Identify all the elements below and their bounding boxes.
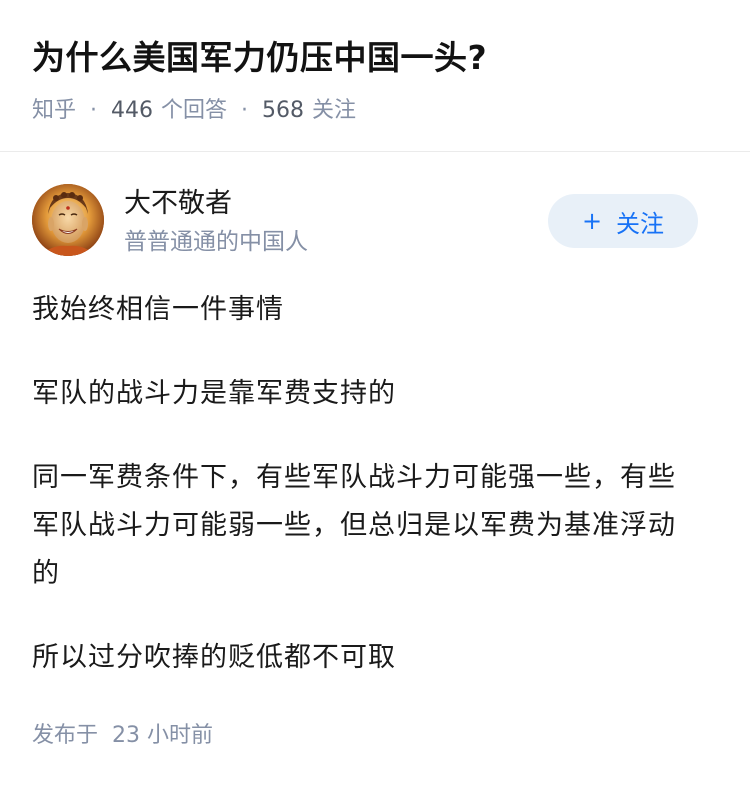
header-divider — [0, 151, 750, 152]
publish-prefix: 发布于 — [32, 723, 99, 748]
author-name[interactable]: 大不敬者 — [124, 186, 232, 222]
question-title[interactable]: 为什么美国军力仍压中国一头? — [32, 30, 718, 86]
follow-label: 关注 — [616, 209, 665, 238]
follow-button[interactable]: + 关注 — [548, 194, 698, 248]
plus-icon: + — [581, 207, 603, 235]
question-meta: 知乎 · 446 个回答 · 568 关注 — [32, 96, 718, 126]
answer-paragraph: 我始终相信一件事情 — [32, 294, 284, 325]
answer-content: 我始终相信一件事情 军队的战斗力是靠军费支持的 同一军费条件下，有些军队战斗力可… — [32, 286, 700, 718]
site-name[interactable]: 知乎 — [32, 96, 76, 126]
author-bio: 普普通通的中国人 — [124, 229, 308, 255]
publish-info: 发布于 23 小时前 — [32, 720, 213, 752]
answer-paragraph: 军队的战斗力是靠军费支持的 — [32, 378, 396, 409]
author-card: 大不敬者 普普通通的中国人 + 关注 — [32, 184, 698, 260]
answer-paragraph: 所以过分吹捧的贬低都不可取 — [32, 642, 396, 673]
meta-separator: · — [90, 98, 98, 123]
avatar-image — [32, 184, 104, 256]
followers-label[interactable]: 关注 — [312, 96, 356, 126]
answers-count: 446 — [111, 98, 154, 123]
question-header: 为什么美国军力仍压中国一头? 知乎 · 446 个回答 · 568 关注 — [32, 30, 718, 126]
meta-separator: · — [241, 98, 249, 123]
followers-count: 568 — [262, 98, 305, 123]
buddha-avatar-icon[interactable] — [32, 184, 104, 256]
publish-time: 23 小时前 — [112, 723, 214, 748]
answers-label[interactable]: 个回答 — [161, 96, 227, 126]
answer-paragraph: 同一军费条件下，有些军队战斗力可能强一些，有些军队战斗力可能弱一些，但总归是以军… — [32, 462, 676, 589]
